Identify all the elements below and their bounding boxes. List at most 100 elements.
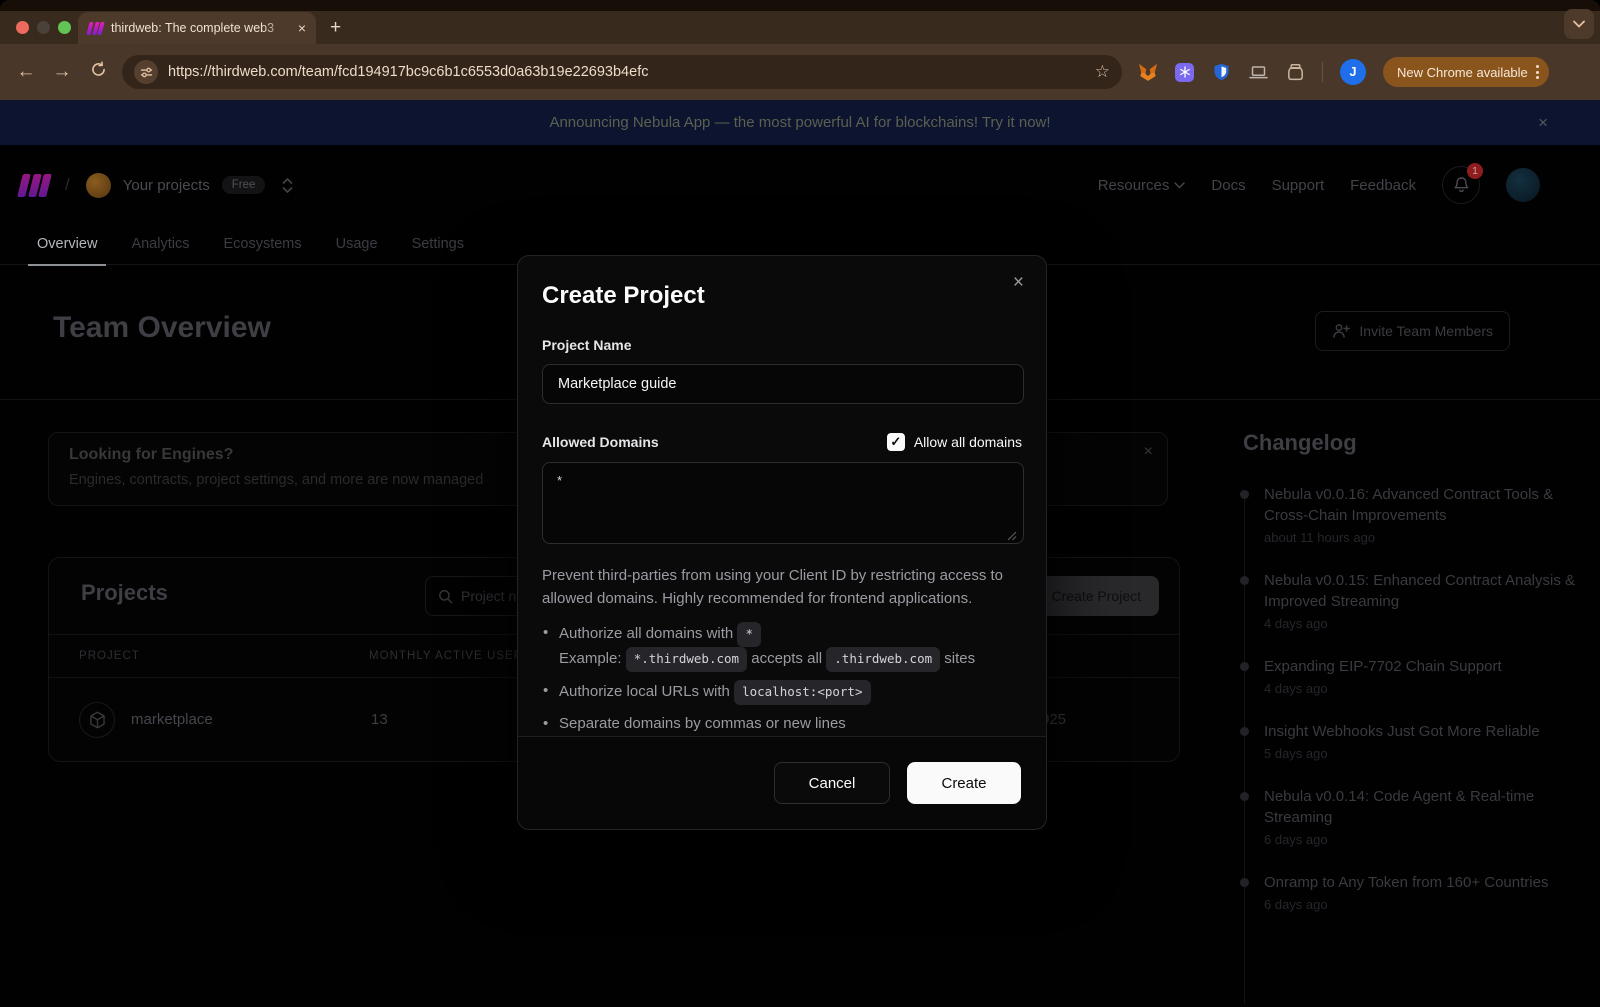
tab-search-button[interactable] — [1564, 9, 1594, 39]
modal-close-icon[interactable]: × — [1013, 272, 1024, 294]
team-switcher-icon[interactable] — [281, 177, 294, 194]
tab-ecosystems[interactable]: Ecosystems — [206, 223, 318, 265]
project-name-cell[interactable]: marketplace — [131, 711, 213, 728]
minimize-window-button[interactable] — [37, 21, 50, 34]
create-project-button[interactable]: Create Project — [1034, 576, 1159, 616]
toolbar-divider — [1322, 62, 1323, 82]
thirdweb-logo-icon[interactable] — [17, 174, 52, 197]
browser-tab[interactable]: thirdweb: The complete web3 × — [78, 12, 316, 44]
column-header-project: PROJECT — [79, 650, 140, 662]
forward-button[interactable]: → — [44, 61, 80, 83]
tab-analytics[interactable]: Analytics — [114, 223, 206, 265]
search-icon — [438, 589, 453, 604]
changelog-entry-title[interactable]: Onramp to Any Token from 160+ Countries — [1264, 872, 1586, 893]
browser-chrome: thirdweb: The complete web3 × + ← → http… — [0, 0, 1600, 100]
tune-icon — [140, 66, 153, 79]
changelog-entry[interactable]: Expanding EIP-7702 Chain Support 4 days … — [1236, 656, 1586, 696]
tab-strip: thirdweb: The complete web3 × + — [0, 0, 1600, 44]
engines-card-title: Looking for Engines? — [69, 446, 233, 464]
notifications-button[interactable]: 1 — [1442, 166, 1480, 204]
new-tab-button[interactable]: + — [330, 16, 341, 40]
cancel-button[interactable]: Cancel — [774, 762, 890, 804]
announcement-text[interactable]: Announcing Nebula App — the most powerfu… — [549, 114, 1050, 131]
column-header-mau: MONTHLY ACTIVE USERS — [369, 650, 532, 662]
close-window-button[interactable] — [16, 21, 29, 34]
bullet-text: Authorize all domains with — [559, 625, 733, 642]
changelog-entry-title[interactable]: Nebula v0.0.16: Advanced Contract Tools … — [1264, 484, 1586, 526]
url-text[interactable]: https://thirdweb.com/team/fcd194917bc9c6… — [168, 64, 1085, 80]
window-controls[interactable] — [16, 21, 71, 34]
jar-extension-icon[interactable] — [1285, 62, 1305, 82]
bullet-separate-domains: Separate domains by commas or new lines — [542, 713, 1022, 735]
create-project-modal: × Create Project Project Name Allowed Do… — [517, 255, 1047, 830]
allowed-domains-label: Allowed Domains — [542, 434, 659, 450]
create-button[interactable]: Create — [907, 762, 1021, 804]
team-avatar[interactable] — [86, 173, 111, 198]
allow-all-domains-label: Allow all domains — [914, 434, 1022, 450]
bullet-authorize-all: Authorize all domains with * Example: *.… — [542, 622, 1022, 672]
changelog-entry-date: 4 days ago — [1264, 681, 1586, 696]
changelog-entry-title[interactable]: Insight Webhooks Just Got More Reliable — [1264, 721, 1586, 742]
user-avatar[interactable] — [1506, 168, 1540, 202]
back-button[interactable]: ← — [8, 61, 44, 83]
reload-icon — [90, 61, 107, 78]
changelog-entry[interactable]: Nebula v0.0.15: Enhanced Contract Analys… — [1236, 570, 1586, 631]
chevron-down-icon — [1174, 182, 1185, 189]
project-mau-cell: 13 — [371, 711, 388, 728]
changelog-entry-date: about 11 hours ago — [1264, 530, 1586, 545]
checkbox-checked-icon[interactable]: ✓ — [887, 433, 905, 451]
zoom-window-button[interactable] — [58, 21, 71, 34]
nav-docs[interactable]: Docs — [1211, 177, 1245, 194]
tab-settings[interactable]: Settings — [395, 223, 481, 265]
shield-extension-icon[interactable] — [1211, 62, 1231, 82]
tab-overview[interactable]: Overview — [20, 223, 114, 265]
banner-close-icon[interactable]: × — [1538, 113, 1548, 133]
changelog-entry-date: 6 days ago — [1264, 897, 1586, 912]
nav-support[interactable]: Support — [1272, 177, 1325, 194]
metamask-extension-icon[interactable] — [1138, 62, 1158, 82]
browser-toolbar: ← → https://thirdweb.com/team/fcd194917b… — [0, 44, 1600, 100]
engines-card-description: Engines, contracts, project settings, an… — [69, 472, 483, 488]
changelog-entry[interactable]: Nebula v0.0.14: Code Agent & Real-time S… — [1236, 786, 1586, 847]
code-chip-wildcard-domain: *.thirdweb.com — [626, 647, 747, 672]
modal-footer: Cancel Create — [518, 736, 1046, 829]
changelog-entry[interactable]: Insight Webhooks Just Got More Reliable … — [1236, 721, 1586, 761]
bell-icon — [1453, 176, 1470, 194]
changelog-title: Changelog — [1243, 430, 1586, 456]
extensions-row: J New Chrome available — [1138, 44, 1549, 100]
changelog-entry[interactable]: Onramp to Any Token from 160+ Countries … — [1236, 872, 1586, 912]
nav-resources[interactable]: Resources — [1098, 177, 1186, 194]
changelog-entry-title[interactable]: Expanding EIP-7702 Chain Support — [1264, 656, 1586, 677]
tab-close-icon[interactable]: × — [298, 20, 306, 36]
snowflake-extension-icon[interactable] — [1175, 63, 1194, 82]
browser-profile-avatar[interactable]: J — [1340, 59, 1366, 85]
tab-usage[interactable]: Usage — [319, 223, 395, 265]
domains-help-text: Prevent third-parties from using your Cl… — [542, 564, 1022, 610]
code-chip-asterisk: * — [737, 622, 761, 647]
tab-title: thirdweb: The complete web3 — [111, 21, 290, 35]
changelog-entry[interactable]: Nebula v0.0.16: Advanced Contract Tools … — [1236, 484, 1586, 545]
address-bar[interactable]: https://thirdweb.com/team/fcd194917bc9c6… — [122, 55, 1122, 89]
team-name[interactable]: Your projects — [123, 177, 210, 194]
announcement-banner[interactable]: Announcing Nebula App — the most powerfu… — [0, 100, 1600, 145]
allow-all-domains-toggle[interactable]: ✓ Allow all domains — [887, 433, 1022, 451]
site-settings-button[interactable] — [134, 60, 158, 84]
reload-button[interactable] — [80, 61, 116, 84]
changelog-entry-title[interactable]: Nebula v0.0.14: Code Agent & Real-time S… — [1264, 786, 1586, 828]
bookmark-star-icon[interactable]: ☆ — [1095, 62, 1110, 82]
resize-grip-icon[interactable] — [1007, 531, 1017, 541]
timeline-dot-icon — [1240, 490, 1249, 499]
chrome-update-button[interactable]: New Chrome available — [1383, 57, 1549, 87]
project-name-input[interactable] — [542, 364, 1024, 404]
timeline-dot-icon — [1240, 727, 1249, 736]
browser-menu-icon[interactable] — [1536, 65, 1539, 79]
modal-title: Create Project — [542, 282, 1022, 310]
invite-team-members-button[interactable]: Invite Team Members — [1315, 311, 1510, 351]
changelog-entry-title[interactable]: Nebula v0.0.15: Enhanced Contract Analys… — [1264, 570, 1586, 612]
changelog-panel: Changelog Nebula v0.0.16: Advanced Contr… — [1236, 430, 1586, 937]
breadcrumb-separator: / — [65, 175, 70, 195]
nav-feedback[interactable]: Feedback — [1350, 177, 1416, 194]
allowed-domains-textarea[interactable]: * — [542, 462, 1024, 544]
engines-card-close-icon[interactable]: × — [1144, 443, 1153, 461]
laptop-extension-icon[interactable] — [1248, 62, 1268, 82]
